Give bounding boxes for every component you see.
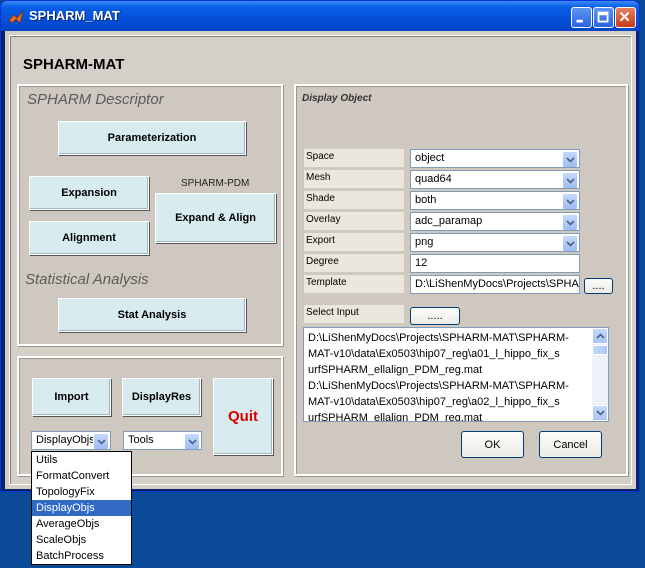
client-area: SPHARM-MAT SPHARM Descriptor Parameteriz… xyxy=(5,31,636,489)
tool-select[interactable]: DisplayObjs xyxy=(31,431,111,450)
template-browse-button[interactable]: .... xyxy=(584,278,613,294)
tool-select-value: DisplayObjs xyxy=(36,434,95,446)
spharm-pdm-label: SPHARM-PDM xyxy=(181,178,250,189)
vertical-scrollbar[interactable] xyxy=(592,328,608,421)
input-lines: D:\LiShenMyDocs\Projects\SPHARM-MAT\SPHA… xyxy=(308,330,604,422)
option-label-shade: Shade xyxy=(304,191,404,209)
chevron-down-icon[interactable] xyxy=(184,433,200,449)
ok-button[interactable]: OK xyxy=(461,431,524,458)
tool-dropdown-menu[interactable]: Utils FormatConvert TopologyFix DisplayObjs… xyxy=(31,451,132,565)
option-label-overlay: Overlay xyxy=(304,212,404,230)
tools-select-value: Tools xyxy=(128,434,154,446)
option-shade-select[interactable]: both xyxy=(410,191,580,210)
menu-items: Utils FormatConvert TopologyFix DisplayObjs… xyxy=(32,452,131,564)
scroll-down-icon[interactable] xyxy=(592,405,608,421)
chevron-down-icon[interactable] xyxy=(562,193,578,209)
input-file-list[interactable]: D:\LiShenMyDocs\Projects\SPHARM-MAT\SPHA… xyxy=(303,327,609,422)
input-line: D:\LiShenMyDocs\Projects\SPHARM-MAT\SPHA… xyxy=(308,380,569,392)
select-input-button[interactable]: ..... xyxy=(410,307,460,325)
menu-item-batchprocess[interactable]: BatchProcess xyxy=(32,548,131,564)
descriptor-section-label: SPHARM Descriptor xyxy=(27,91,164,108)
minimize-button[interactable] xyxy=(571,7,592,28)
input-line: urfSPHARM_ellalign_PDM_reg.mat xyxy=(308,412,483,422)
quit-button[interactable]: Quit xyxy=(213,378,273,455)
stat-analysis-button[interactable]: Stat Analysis xyxy=(58,298,246,332)
import-button[interactable]: Import xyxy=(32,378,111,416)
menu-item-formatconvert[interactable]: FormatConvert xyxy=(32,468,131,484)
chevron-down-icon[interactable] xyxy=(562,151,578,167)
option-template-field[interactable]: D:\LiShenMyDocs\Projects\SPHARI xyxy=(410,275,580,294)
input-line: urfSPHARM_ellalign_PDM_reg.mat xyxy=(308,364,483,376)
chevron-down-icon[interactable] xyxy=(93,433,109,449)
display-res-button[interactable]: DisplayRes xyxy=(122,378,201,416)
option-value: quad64 xyxy=(415,173,452,185)
option-value: 12 xyxy=(415,257,428,269)
menu-item-averageobjs[interactable]: AverageObjs xyxy=(32,516,131,532)
tools-select[interactable]: Tools xyxy=(123,431,202,450)
input-line: D:\LiShenMyDocs\Projects\SPHARM-MAT\SPHA… xyxy=(308,332,569,344)
option-label-export: Export xyxy=(304,233,404,251)
window-title: SPHARM_MAT xyxy=(29,8,120,23)
close-button[interactable] xyxy=(615,7,636,28)
option-degree-field[interactable]: 12 xyxy=(410,254,580,273)
option-value: both xyxy=(415,194,437,206)
scroll-up-icon[interactable] xyxy=(592,328,608,344)
chevron-down-icon[interactable] xyxy=(562,235,578,251)
menu-item-scaleobjs[interactable]: ScaleObjs xyxy=(32,532,131,548)
expansion-button[interactable]: Expansion xyxy=(29,176,149,210)
menu-item-displayobjs[interactable]: DisplayObjs xyxy=(32,500,131,516)
alignment-button[interactable]: Alignment xyxy=(29,221,149,255)
menu-item-topologyfix[interactable]: TopologyFix xyxy=(32,484,131,500)
option-label-degree: Degree xyxy=(304,254,404,272)
option-value: adc_paramap xyxy=(415,215,483,227)
option-space-select[interactable]: object xyxy=(410,149,580,168)
select-input-label: Select Input xyxy=(304,305,404,323)
option-value: D:\LiShenMyDocs\Projects\SPHARI xyxy=(415,278,580,290)
option-label-template: Template xyxy=(304,275,404,293)
app-title: SPHARM-MAT xyxy=(23,56,125,73)
option-label-space: Space xyxy=(304,149,404,167)
title-bar[interactable]: SPHARM_MAT xyxy=(1,1,639,31)
maximize-button[interactable] xyxy=(593,7,614,28)
menu-item-utils[interactable]: Utils xyxy=(32,452,131,468)
option-export-select[interactable]: png xyxy=(410,233,580,252)
main-window: SPHARM_MAT SPHARM-MAT SPHARM Descriptor … xyxy=(0,0,640,492)
parameterization-button[interactable]: Parameterization xyxy=(58,121,246,155)
input-line: MAT-v10\data\Ex0503\hip07_reg\a02_l_hipp… xyxy=(308,396,560,408)
display-object-title: Display Object xyxy=(302,93,372,104)
matlab-icon xyxy=(8,9,24,25)
chevron-down-icon[interactable] xyxy=(562,172,578,188)
scroll-thumb[interactable] xyxy=(592,345,608,355)
chevron-down-icon[interactable] xyxy=(562,214,578,230)
expand-align-button[interactable]: Expand & Align xyxy=(155,193,276,243)
option-value: png xyxy=(415,236,434,248)
input-line: MAT-v10\data\Ex0503\hip07_reg\a01_l_hipp… xyxy=(308,348,560,360)
option-overlay-select[interactable]: adc_paramap xyxy=(410,212,580,231)
option-value: object xyxy=(415,152,445,164)
option-label-mesh: Mesh xyxy=(304,170,404,188)
option-mesh-select[interactable]: quad64 xyxy=(410,170,580,189)
cancel-button[interactable]: Cancel xyxy=(539,431,602,458)
stats-section-label: Statistical Analysis xyxy=(25,271,149,288)
